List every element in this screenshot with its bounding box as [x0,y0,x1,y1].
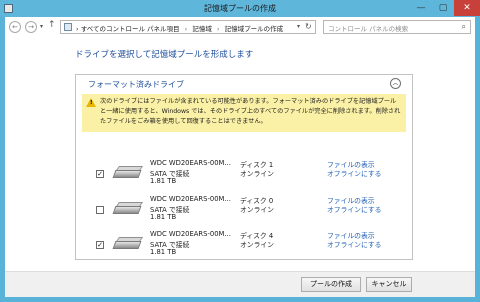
address-bar[interactable]: › すべてのコントロール パネル項目 › 記憶域 › 記憶域プールの作成 ▾ ↻ [60,20,316,34]
breadcrumb-item-create-pool[interactable]: 記憶域プールの作成 [225,25,284,33]
panel-header[interactable]: フォーマット済みドライブ ︿ [76,75,412,92]
drive-name: WDC WD20EARS-00M... [150,159,231,167]
search-input[interactable]: コントロール パネルの検索 ⌕ [323,20,471,34]
drive-row: ✓ WDC WD20EARS-00M... SATA で接続 1.81 TB デ… [76,159,412,193]
page-title: ドライブを選択して記憶域プールを形成します [75,50,254,60]
recent-pages-chevron-icon[interactable]: ▾ [40,23,43,30]
drive-row: ✓ WDC WD20EARS-00M... SATA で接続 1.81 TB デ… [76,230,412,264]
drive-size: 1.81 TB [150,177,177,185]
close-button[interactable]: ✕ [454,0,480,16]
formatted-drives-panel: フォーマット済みドライブ ︿ ! 次のドライブにはファイルが含まれている可能性が… [75,74,413,260]
drive-checkbox[interactable]: ✓ [96,170,104,178]
drive-size: 1.81 TB [150,213,177,221]
refresh-icon[interactable]: ↻ [305,22,312,31]
drive-status: オンライン [240,170,274,178]
drive-name: WDC WD20EARS-00M... [150,195,231,203]
address-history-chevron-icon[interactable]: ▾ [297,23,300,30]
breadcrumb-separator: › [76,25,79,33]
dialog-footer: プールの作成 キャンセル [5,271,475,297]
maximize-button[interactable]: ▢ [432,0,454,16]
back-arrow-icon[interactable]: ← [9,21,21,33]
search-icon[interactable]: ⌕ [462,22,466,32]
breadcrumb: › すべてのコントロール パネル項目 › 記憶域 › 記憶域プールの作成 [76,23,283,33]
minimize-button[interactable]: — [410,0,432,16]
breadcrumb-separator: › [184,25,188,33]
breadcrumb-item-storage[interactable]: 記憶域 [192,25,212,33]
take-offline-link[interactable]: オフラインにする [327,239,381,249]
breadcrumb-separator: › [216,25,220,33]
forward-arrow-icon[interactable]: → [25,21,37,33]
hard-drive-icon [112,198,144,220]
drive-checkbox[interactable]: ✓ [96,241,104,249]
drive-name: WDC WD20EARS-00M... [150,230,231,238]
title-bar[interactable]: 記憶域プールの作成 — ▢ ✕ [0,0,480,17]
warning-text: 次のドライブにはファイルが含まれている可能性があります。フォーマット済みのドライ… [100,98,401,125]
cancel-button[interactable]: キャンセル [366,277,412,292]
take-offline-link[interactable]: オフラインにする [327,204,381,214]
panel-title: フォーマット済みドライブ [88,80,184,89]
window: 記憶域プールの作成 — ▢ ✕ ← → ▾ ↑ › すべてのコントロール パネル… [0,0,480,302]
hard-drive-icon [112,162,144,184]
drive-checkbox[interactable] [96,206,104,214]
take-offline-link[interactable]: オフラインにする [327,168,381,178]
create-pool-button[interactable]: プールの作成 [301,277,361,292]
drive-status: オンライン [240,206,274,214]
client-area: ← → ▾ ↑ › すべてのコントロール パネル項目 › 記憶域 › 記憶域プー… [5,17,475,297]
breadcrumb-item-control-panel[interactable]: すべてのコントロール パネル項目 [81,25,180,33]
navigation-bar: ← → ▾ ↑ › すべてのコントロール パネル項目 › 記憶域 › 記憶域プー… [5,17,475,37]
window-title: 記憶域プールの作成 [204,4,276,13]
search-placeholder: コントロール パネルの検索 [328,25,409,33]
control-panel-icon [64,23,72,31]
warning-banner: ! 次のドライブにはファイルが含まれている可能性があります。フォーマット済みのド… [82,94,406,132]
warning-exclamation: ! [90,100,93,106]
chevron-up-icon[interactable]: ︿ [390,78,401,89]
hard-drive-icon [112,233,144,255]
up-arrow-icon[interactable]: ↑ [48,20,56,30]
drive-size: 1.81 TB [150,248,177,256]
drive-row: WDC WD20EARS-00M... SATA で接続 1.81 TB ディス… [76,195,412,229]
drive-status: オンライン [240,241,274,249]
